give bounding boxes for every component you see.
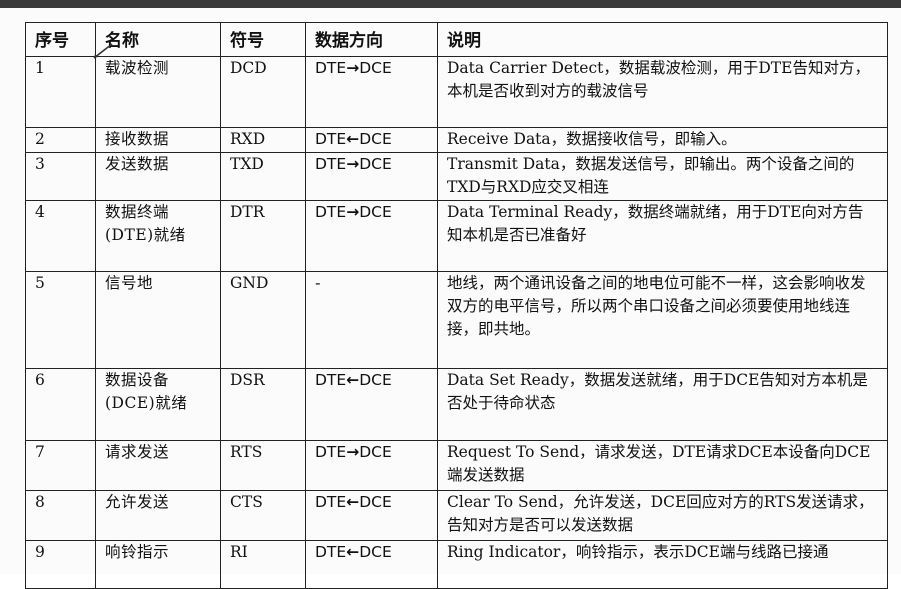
- table-header-row: 序号 名称 符号 数据方向 说明: [25, 22, 888, 57]
- signal-symbol: DTR: [220, 200, 306, 272]
- signal-symbol: GND: [220, 271, 306, 369]
- signal-description: Request To Send，请求发送，DTE请求DCE本设备向DCE端发送数…: [437, 440, 888, 491]
- header-name: 名称: [95, 22, 221, 57]
- table-row: 2 接收数据 RXD DTE←DCE Receive Data，数据接收信号，即…: [25, 127, 888, 153]
- direction-to: DCE: [359, 371, 392, 389]
- direction-from: DTE: [315, 155, 347, 173]
- signal-symbol: CTS: [220, 490, 306, 541]
- row-number: 8: [25, 490, 96, 541]
- signal-description: Data Carrier Detect，数据载波检测，用于DTE告知对方，本机是…: [437, 56, 888, 128]
- signal-name: 载波检测: [95, 56, 221, 128]
- signal-symbol: RTS: [220, 440, 306, 491]
- direction-from: DTE: [315, 493, 347, 511]
- direction-from: DTE: [315, 130, 347, 148]
- table-row: 9 响铃指示 RI DTE←DCE Ring Indicator，响铃指示，表示…: [25, 540, 888, 589]
- direction-to: DCE: [359, 493, 392, 511]
- direction-from: DTE: [315, 59, 347, 77]
- table-row: 7 请求发送 RTS DTE→DCE Request To Send，请求发送，…: [25, 440, 888, 491]
- signal-name: 数据终端(DTE)就绪: [95, 200, 221, 272]
- table-row: 4 数据终端(DTE)就绪 DTR DTE→DCE Data Terminal …: [25, 200, 888, 272]
- signal-name: 发送数据: [95, 152, 221, 201]
- data-direction: DTE→DCE: [305, 200, 438, 272]
- table-row: 6 数据设备(DCE)就绪 DSR DTE←DCE Data Set Ready…: [25, 368, 888, 441]
- row-number: 7: [25, 440, 96, 491]
- data-direction: DTE←DCE: [305, 368, 438, 441]
- signal-symbol: TXD: [220, 152, 306, 201]
- direction-arrow-icon: ←: [346, 130, 360, 148]
- header-symbol: 符号: [220, 22, 306, 57]
- direction-from: DTE: [315, 443, 347, 461]
- row-number: 5: [25, 271, 96, 369]
- header-index: 序号: [25, 22, 96, 57]
- window-top-bar: [0, 0, 901, 8]
- data-direction: DTE←DCE: [305, 127, 438, 153]
- signal-description: Receive Data，数据接收信号，即输入。: [437, 127, 888, 153]
- direction-arrow-icon: ←: [346, 493, 360, 511]
- direction-arrow-icon: ←: [346, 543, 360, 561]
- table-row: 5 信号地 GND - 地线，两个通讯设备之间的地电位可能不一样，这会影响收发双…: [25, 271, 888, 369]
- direction-to: DCE: [359, 130, 392, 148]
- signal-description: Ring Indicator，响铃指示，表示DCE端与线路已接通: [437, 540, 888, 589]
- rs232-signal-table: 序号 名称 符号 数据方向 说明 1 载波检测 DCD DTE→DCE Data…: [25, 22, 888, 589]
- direction-to: DCE: [359, 543, 392, 561]
- direction-to: DCE: [359, 59, 392, 77]
- data-direction: DTE←DCE: [305, 540, 438, 589]
- direction-arrow-icon: ←: [346, 371, 360, 389]
- direction-arrow-icon: →: [346, 443, 360, 461]
- direction-arrow-icon: →: [346, 59, 360, 77]
- signal-name: 数据设备(DCE)就绪: [95, 368, 221, 441]
- table-row: 1 载波检测 DCD DTE→DCE Data Carrier Detect，数…: [25, 56, 888, 128]
- row-number: 1: [25, 56, 96, 128]
- signal-description: Clear To Send，允许发送，DCE回应对方的RTS发送请求，告知对方是…: [437, 490, 888, 541]
- signal-name: 信号地: [95, 271, 221, 369]
- direction-to: DCE: [359, 203, 392, 221]
- direction-to: DCE: [359, 155, 392, 173]
- direction-to: DCE: [359, 443, 392, 461]
- header-description: 说明: [437, 22, 888, 57]
- row-number: 3: [25, 152, 96, 201]
- direction-from: -: [315, 274, 321, 292]
- signal-name: 响铃指示: [95, 540, 221, 589]
- direction-arrow-icon: →: [346, 155, 360, 173]
- data-direction: DTE→DCE: [305, 152, 438, 201]
- signal-name: 请求发送: [95, 440, 221, 491]
- data-direction: -: [305, 271, 438, 369]
- row-number: 9: [25, 540, 96, 589]
- document-page: 序号 名称 符号 数据方向 说明 1 载波检测 DCD DTE→DCE Data…: [0, 8, 901, 589]
- direction-arrow-icon: →: [346, 203, 360, 221]
- row-number: 6: [25, 368, 96, 441]
- signal-symbol: DSR: [220, 368, 306, 441]
- signal-symbol: RI: [220, 540, 306, 589]
- direction-from: DTE: [315, 543, 347, 561]
- direction-from: DTE: [315, 203, 347, 221]
- signal-description: Transmit Data，数据发送信号，即输出。两个设备之间的TXD与RXD应…: [437, 152, 888, 201]
- signal-symbol: RXD: [220, 127, 306, 153]
- signal-name: 允许发送: [95, 490, 221, 541]
- signal-description: 地线，两个通讯设备之间的地电位可能不一样，这会影响收发双方的电平信号，所以两个串…: [437, 271, 888, 369]
- row-number: 2: [25, 127, 96, 153]
- direction-from: DTE: [315, 371, 347, 389]
- header-direction: 数据方向: [305, 22, 438, 57]
- data-direction: DTE→DCE: [305, 440, 438, 491]
- data-direction: DTE→DCE: [305, 56, 438, 128]
- table-row: 8 允许发送 CTS DTE←DCE Clear To Send，允许发送，DC…: [25, 490, 888, 541]
- data-direction: DTE←DCE: [305, 490, 438, 541]
- signal-name: 接收数据: [95, 127, 221, 153]
- signal-description: Data Terminal Ready，数据终端就绪，用于DTE向对方告知本机是…: [437, 200, 888, 272]
- signal-description: Data Set Ready，数据发送就绪，用于DCE告知对方本机是否处于待命状…: [437, 368, 888, 441]
- table-row: 3 发送数据 TXD DTE→DCE Transmit Data，数据发送信号，…: [25, 152, 888, 201]
- signal-symbol: DCD: [220, 56, 306, 128]
- row-number: 4: [25, 200, 96, 272]
